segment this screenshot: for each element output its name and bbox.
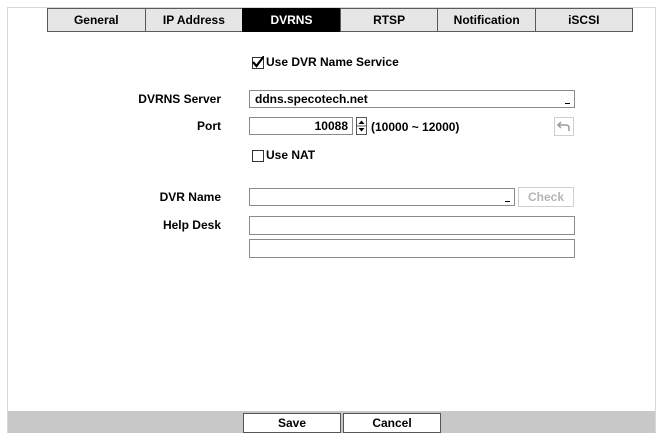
tab-bar: General IP Address DVRNS RTSP Notificati… [47,8,633,32]
tab-notification[interactable]: Notification [437,8,535,32]
help-desk-label: Help Desk [162,218,221,232]
check-button[interactable]: Check [518,187,574,207]
dvr-name-label: DVR Name [159,190,221,204]
tab-ip-address[interactable]: IP Address [144,8,243,32]
port-value: 10088 [314,119,348,133]
dvrns-server-value: ddns.specotech.net [255,92,368,106]
use-nat-label: Use NAT [266,148,316,162]
tab-dvrns[interactable]: DVRNS [242,8,340,32]
help-desk-input-line1[interactable] [249,216,575,235]
port-input[interactable]: 10088 [249,117,353,135]
use-nat-checkbox[interactable] [252,150,264,162]
stepper-arrows-icon [357,120,366,132]
text-cursor [565,103,570,104]
use-dvrns-label: Use DVR Name Service [266,55,399,69]
tab-general[interactable]: General [47,8,145,32]
undo-icon [556,121,570,131]
dvrns-server-label: DVRNS Server [138,92,221,106]
cancel-button[interactable]: Cancel [343,413,441,433]
tab-rtsp[interactable]: RTSP [339,8,438,32]
tab-iscsi[interactable]: iSCSI [534,8,633,32]
dvr-name-input[interactable] [249,188,515,206]
save-button[interactable]: Save [243,413,341,433]
port-label: Port [197,119,221,133]
port-stepper[interactable] [356,117,367,135]
dvrns-server-input[interactable]: ddns.specotech.net [249,90,575,108]
undo-button[interactable] [554,117,574,136]
help-desk-input-line2[interactable] [249,239,575,258]
text-cursor [505,201,510,202]
use-dvrns-checkbox[interactable] [252,56,264,69]
port-range-text: (10000 ~ 12000) [371,120,460,134]
checkmark-icon [252,56,264,68]
